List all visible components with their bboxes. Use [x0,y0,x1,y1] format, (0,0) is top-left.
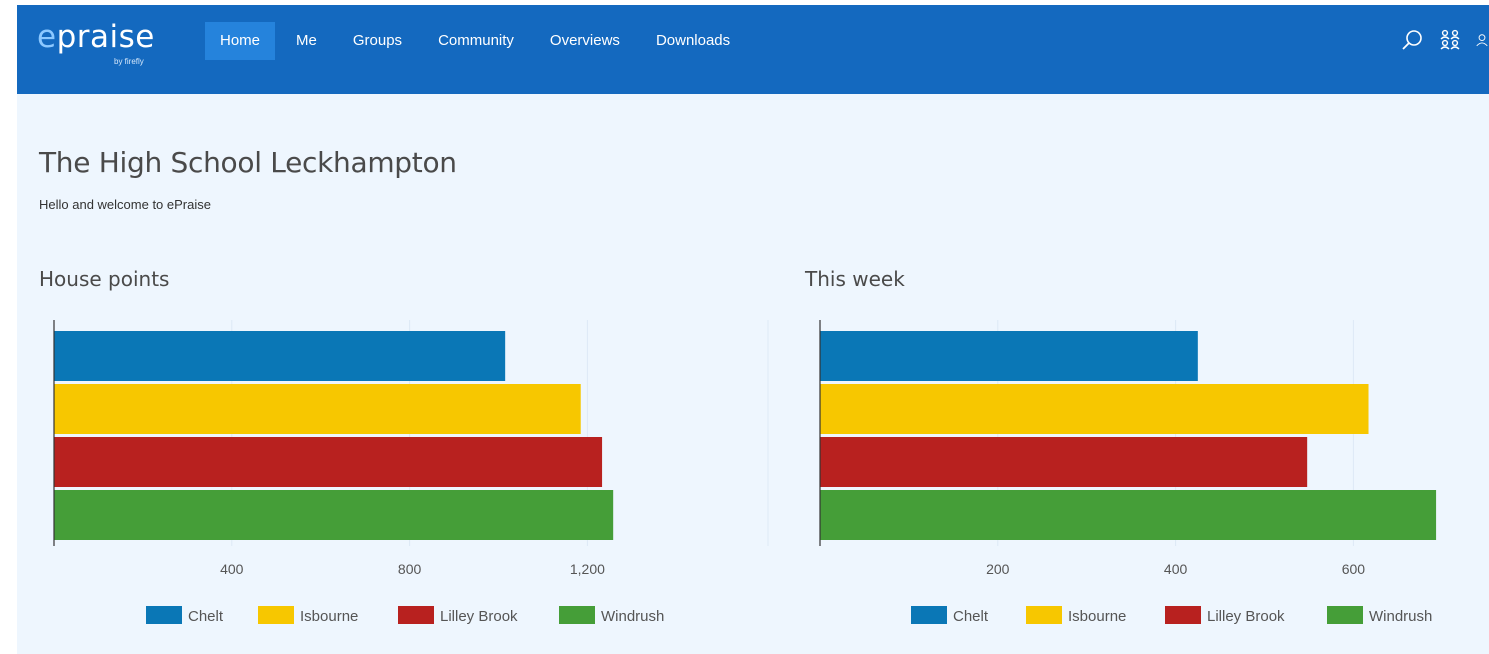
this-week-legend-swatch [1327,606,1363,624]
this-week-tick-label: 600 [1342,561,1366,577]
this-week-legend-label: Chelt [953,608,989,625]
this-week-bar-chelt [820,331,1198,381]
this-week-legend-swatch [1026,606,1062,624]
this-week-bar-isbourne [820,384,1369,434]
this-week-legend-swatch [911,606,947,624]
this-week-tick-label: 400 [1164,561,1188,577]
this-week-bar-windrush [820,490,1437,540]
this-week-tick-label: 200 [986,561,1010,577]
this-week-legend-swatch [1165,606,1201,624]
this-week-legend-label: Lilley Brook [1207,608,1285,625]
this-week-legend-label: Isbourne [1068,608,1126,625]
page: epraise by firefly Home Me Groups Commun… [17,5,1489,654]
this-week-legend-label: Windrush [1369,608,1432,625]
this-week-chart: 200 400 600 Chelt Isbourne Lilley Brook Windru… [819,320,1437,625]
this-week-bar-lilley-brook [820,437,1308,487]
